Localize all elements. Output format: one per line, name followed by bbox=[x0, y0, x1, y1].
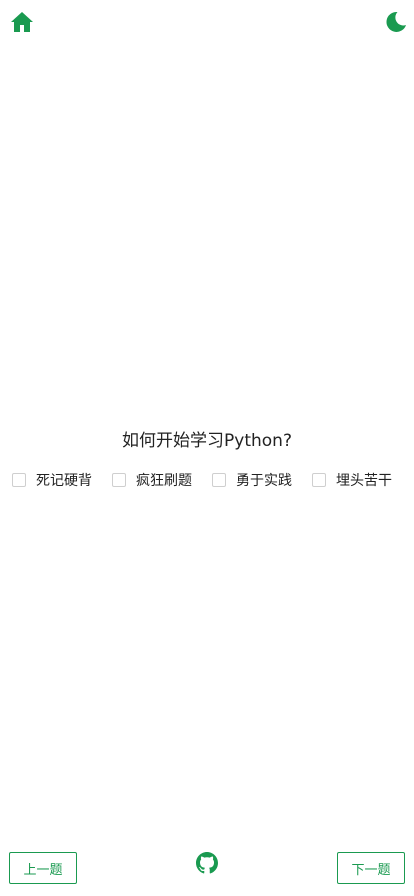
option-3-label: 勇于实践 bbox=[236, 473, 292, 489]
option-3[interactable]: 勇于实践 bbox=[212, 470, 312, 490]
prev-question-button[interactable]: 上一题 bbox=[9, 852, 77, 884]
quiz-page: 如何开始学习Python? 死记硬背 疯狂刷题 勇于实践 埋头苦干 上一题 下一… bbox=[0, 0, 414, 896]
option-2-label: 疯狂刷题 bbox=[136, 473, 192, 489]
next-question-button[interactable]: 下一题 bbox=[337, 852, 405, 884]
theme-toggle-button[interactable] bbox=[384, 10, 408, 34]
home-button[interactable] bbox=[10, 10, 34, 34]
option-4-checkbox[interactable] bbox=[312, 473, 326, 487]
option-2[interactable]: 疯狂刷题 bbox=[112, 470, 212, 490]
question-text: 如何开始学习Python? bbox=[122, 431, 292, 451]
options-group: 死记硬背 疯狂刷题 勇于实践 埋头苦干 bbox=[12, 470, 412, 490]
option-3-checkbox[interactable] bbox=[212, 473, 226, 487]
moon-icon bbox=[386, 11, 406, 32]
option-4[interactable]: 埋头苦干 bbox=[312, 470, 412, 490]
github-link[interactable] bbox=[196, 852, 218, 874]
github-icon bbox=[196, 852, 218, 874]
option-1[interactable]: 死记硬背 bbox=[12, 470, 112, 490]
option-1-checkbox[interactable] bbox=[12, 473, 26, 487]
option-1-label: 死记硬背 bbox=[36, 473, 92, 489]
option-2-checkbox[interactable] bbox=[112, 473, 126, 487]
option-4-label: 埋头苦干 bbox=[336, 473, 392, 489]
home-icon bbox=[11, 12, 33, 32]
